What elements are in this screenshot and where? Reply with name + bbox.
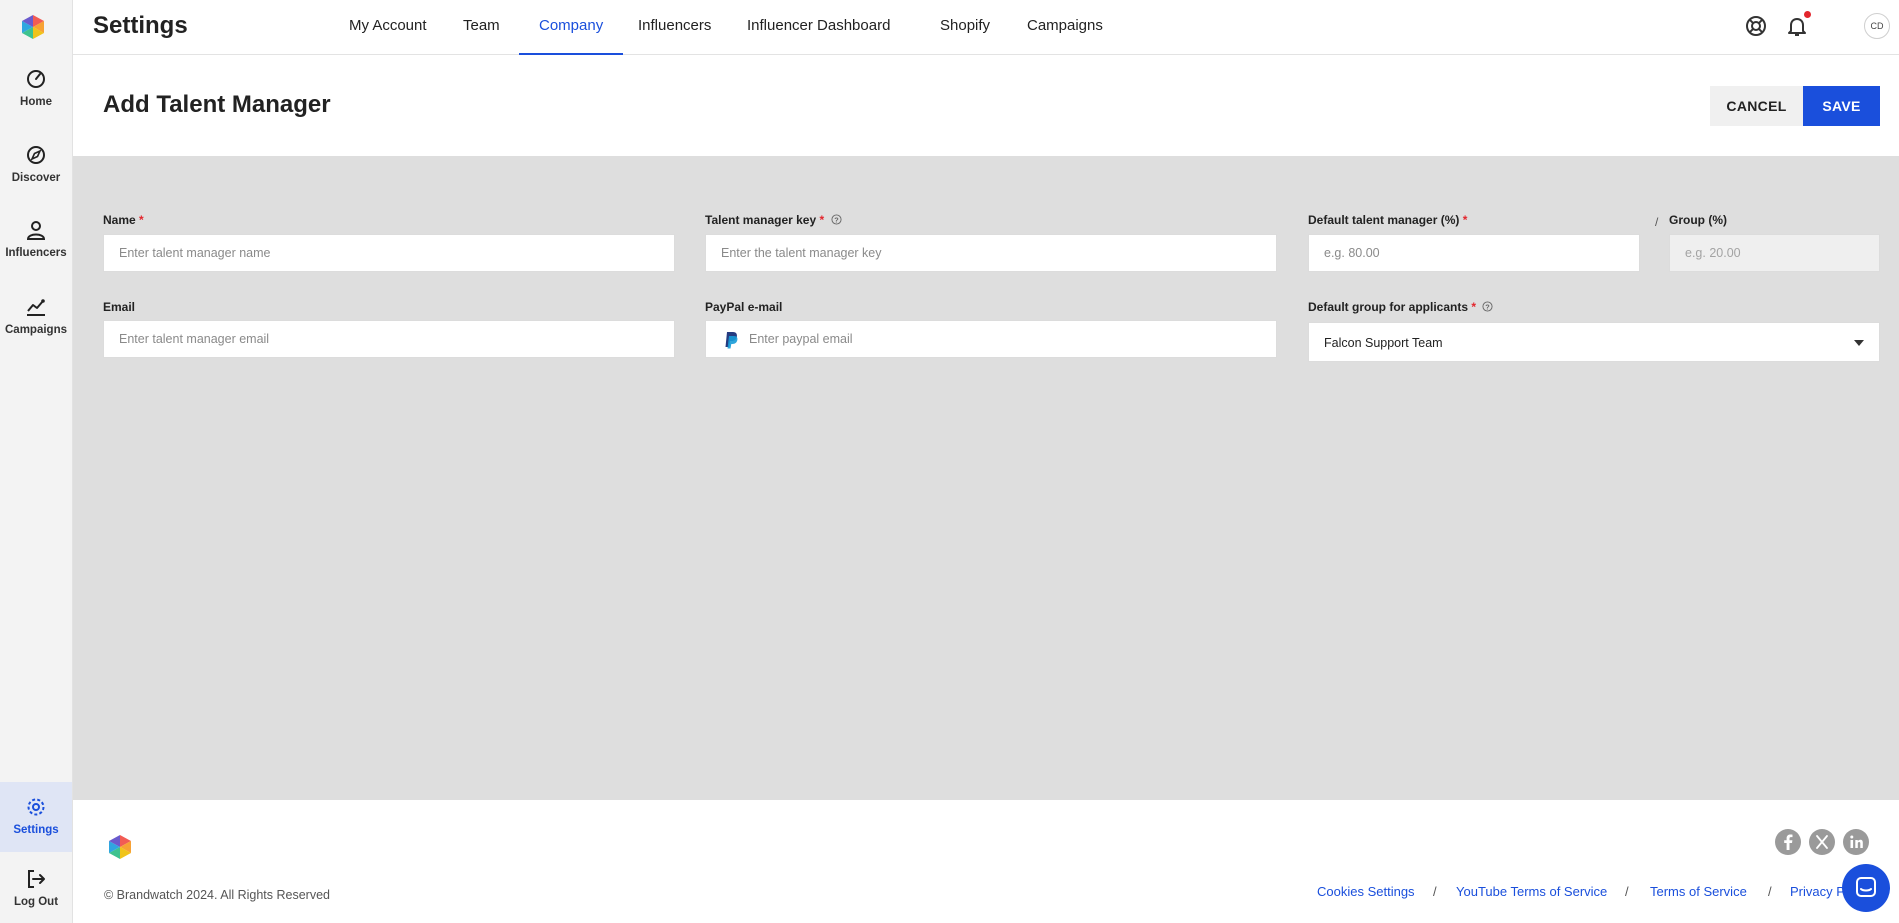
top-navigation-bar: Settings My Account Team Company Influen… bbox=[73, 0, 1899, 55]
email-label: Email bbox=[103, 300, 136, 314]
notification-badge bbox=[1804, 11, 1811, 18]
logout-icon bbox=[28, 870, 45, 888]
page-header: Add Talent Manager CANCEL SAVE bbox=[73, 56, 1899, 156]
linkedin-icon[interactable] bbox=[1843, 829, 1869, 855]
footer-link-cookies-settings[interactable]: Cookies Settings bbox=[1317, 884, 1415, 899]
sidebar-item-influencers[interactable]: Influencers bbox=[0, 219, 72, 281]
person-icon bbox=[26, 221, 46, 240]
chat-launcher-button[interactable] bbox=[1842, 864, 1890, 912]
default-group-selected-value: Falcon Support Team bbox=[1324, 336, 1443, 350]
tab-company[interactable]: Company bbox=[519, 0, 624, 55]
help-lifebuoy-icon[interactable] bbox=[1744, 14, 1768, 38]
footer-link-privacy-policy[interactable]: Privacy P bbox=[1790, 884, 1845, 899]
name-input[interactable] bbox=[103, 234, 675, 272]
sidebar-item-label: Discover bbox=[11, 172, 61, 184]
percentage-separator: / bbox=[1655, 215, 1659, 229]
footer-separator: / bbox=[1768, 884, 1772, 899]
campaign-chart-icon bbox=[27, 299, 45, 316]
required-asterisk: * bbox=[819, 213, 825, 227]
svg-text:?: ? bbox=[834, 215, 839, 224]
help-circle-icon[interactable]: ? bbox=[830, 214, 842, 225]
page-title: Add Talent Manager bbox=[103, 91, 331, 118]
copyright-text: © Brandwatch 2024. All Rights Reserved bbox=[104, 888, 330, 902]
brand-logo-icon bbox=[109, 835, 131, 859]
sidebar-item-campaigns[interactable]: Campaigns bbox=[0, 296, 72, 358]
email-input[interactable] bbox=[103, 320, 675, 358]
footer-separator: / bbox=[1433, 884, 1437, 899]
default-group-label-text: Default group for applicants bbox=[1308, 300, 1469, 314]
tab-my-account[interactable]: My Account bbox=[329, 0, 447, 55]
gauge-icon bbox=[27, 70, 45, 88]
default-talent-manager-pct-label-text: Default talent manager (%) bbox=[1308, 213, 1460, 227]
talent-manager-key-input[interactable] bbox=[705, 234, 1277, 272]
required-asterisk: * bbox=[1462, 213, 1468, 227]
app-title: Settings bbox=[93, 12, 188, 39]
default-group-label: Default group for applicants * ? bbox=[1308, 300, 1493, 314]
sidebar: Home Discover Influencers Campaigns Sett… bbox=[0, 0, 73, 923]
footer-separator: / bbox=[1625, 884, 1629, 899]
talent-manager-key-label: Talent manager key * ? bbox=[705, 213, 842, 227]
footer-link-terms-of-service[interactable]: Terms of Service bbox=[1650, 884, 1747, 899]
sidebar-item-label: Settings bbox=[13, 824, 59, 836]
default-talent-manager-pct-input[interactable] bbox=[1308, 234, 1640, 272]
sidebar-item-logout[interactable]: Log Out bbox=[0, 868, 72, 923]
group-pct-input bbox=[1669, 234, 1880, 272]
tab-influencer-dashboard[interactable]: Influencer Dashboard bbox=[727, 0, 910, 55]
sidebar-item-label: Log Out bbox=[13, 896, 59, 908]
cancel-button[interactable]: CANCEL bbox=[1710, 86, 1803, 126]
default-group-select[interactable]: Falcon Support Team bbox=[1308, 322, 1880, 362]
tab-team[interactable]: Team bbox=[443, 0, 520, 55]
default-talent-manager-pct-label: Default talent manager (%) * bbox=[1308, 213, 1467, 227]
footer-link-youtube-terms[interactable]: YouTube Terms of Service bbox=[1456, 884, 1607, 899]
sidebar-item-label: Campaigns bbox=[5, 324, 67, 336]
talent-manager-key-label-text: Talent manager key bbox=[705, 213, 817, 227]
chevron-down-icon bbox=[1854, 340, 1864, 346]
paypal-email-input[interactable] bbox=[705, 320, 1277, 358]
chat-icon bbox=[1856, 877, 1876, 897]
sidebar-item-label: Influencers bbox=[5, 247, 67, 259]
compass-icon bbox=[27, 146, 45, 164]
required-asterisk: * bbox=[139, 213, 144, 227]
group-pct-label: Group (%) bbox=[1669, 213, 1727, 227]
tab-campaigns[interactable]: Campaigns bbox=[1007, 0, 1123, 55]
paypal-email-label: PayPal e-mail bbox=[705, 300, 783, 314]
gear-icon bbox=[27, 798, 45, 816]
sidebar-item-home[interactable]: Home bbox=[0, 68, 72, 130]
tab-shopify[interactable]: Shopify bbox=[920, 0, 1010, 55]
add-talent-manager-form: Name * Talent manager key * ? Default ta… bbox=[73, 156, 1899, 800]
svg-text:?: ? bbox=[1486, 302, 1491, 311]
footer: © Brandwatch 2024. All Rights Reserved C… bbox=[73, 800, 1899, 923]
tab-influencers[interactable]: Influencers bbox=[618, 0, 731, 55]
paypal-icon bbox=[725, 332, 738, 349]
help-circle-icon[interactable]: ? bbox=[1482, 301, 1493, 312]
sidebar-item-discover[interactable]: Discover bbox=[0, 144, 72, 206]
x-twitter-icon[interactable] bbox=[1809, 829, 1835, 855]
avatar[interactable]: CD bbox=[1864, 13, 1890, 39]
name-label-text: Name bbox=[103, 213, 136, 227]
facebook-icon[interactable] bbox=[1775, 829, 1801, 855]
required-asterisk: * bbox=[1471, 300, 1477, 314]
save-button[interactable]: SAVE bbox=[1803, 86, 1880, 126]
sidebar-item-settings[interactable]: Settings bbox=[0, 782, 72, 852]
brand-logo-icon[interactable] bbox=[20, 14, 46, 40]
sidebar-item-label: Home bbox=[20, 96, 52, 108]
name-label: Name * bbox=[103, 213, 144, 227]
